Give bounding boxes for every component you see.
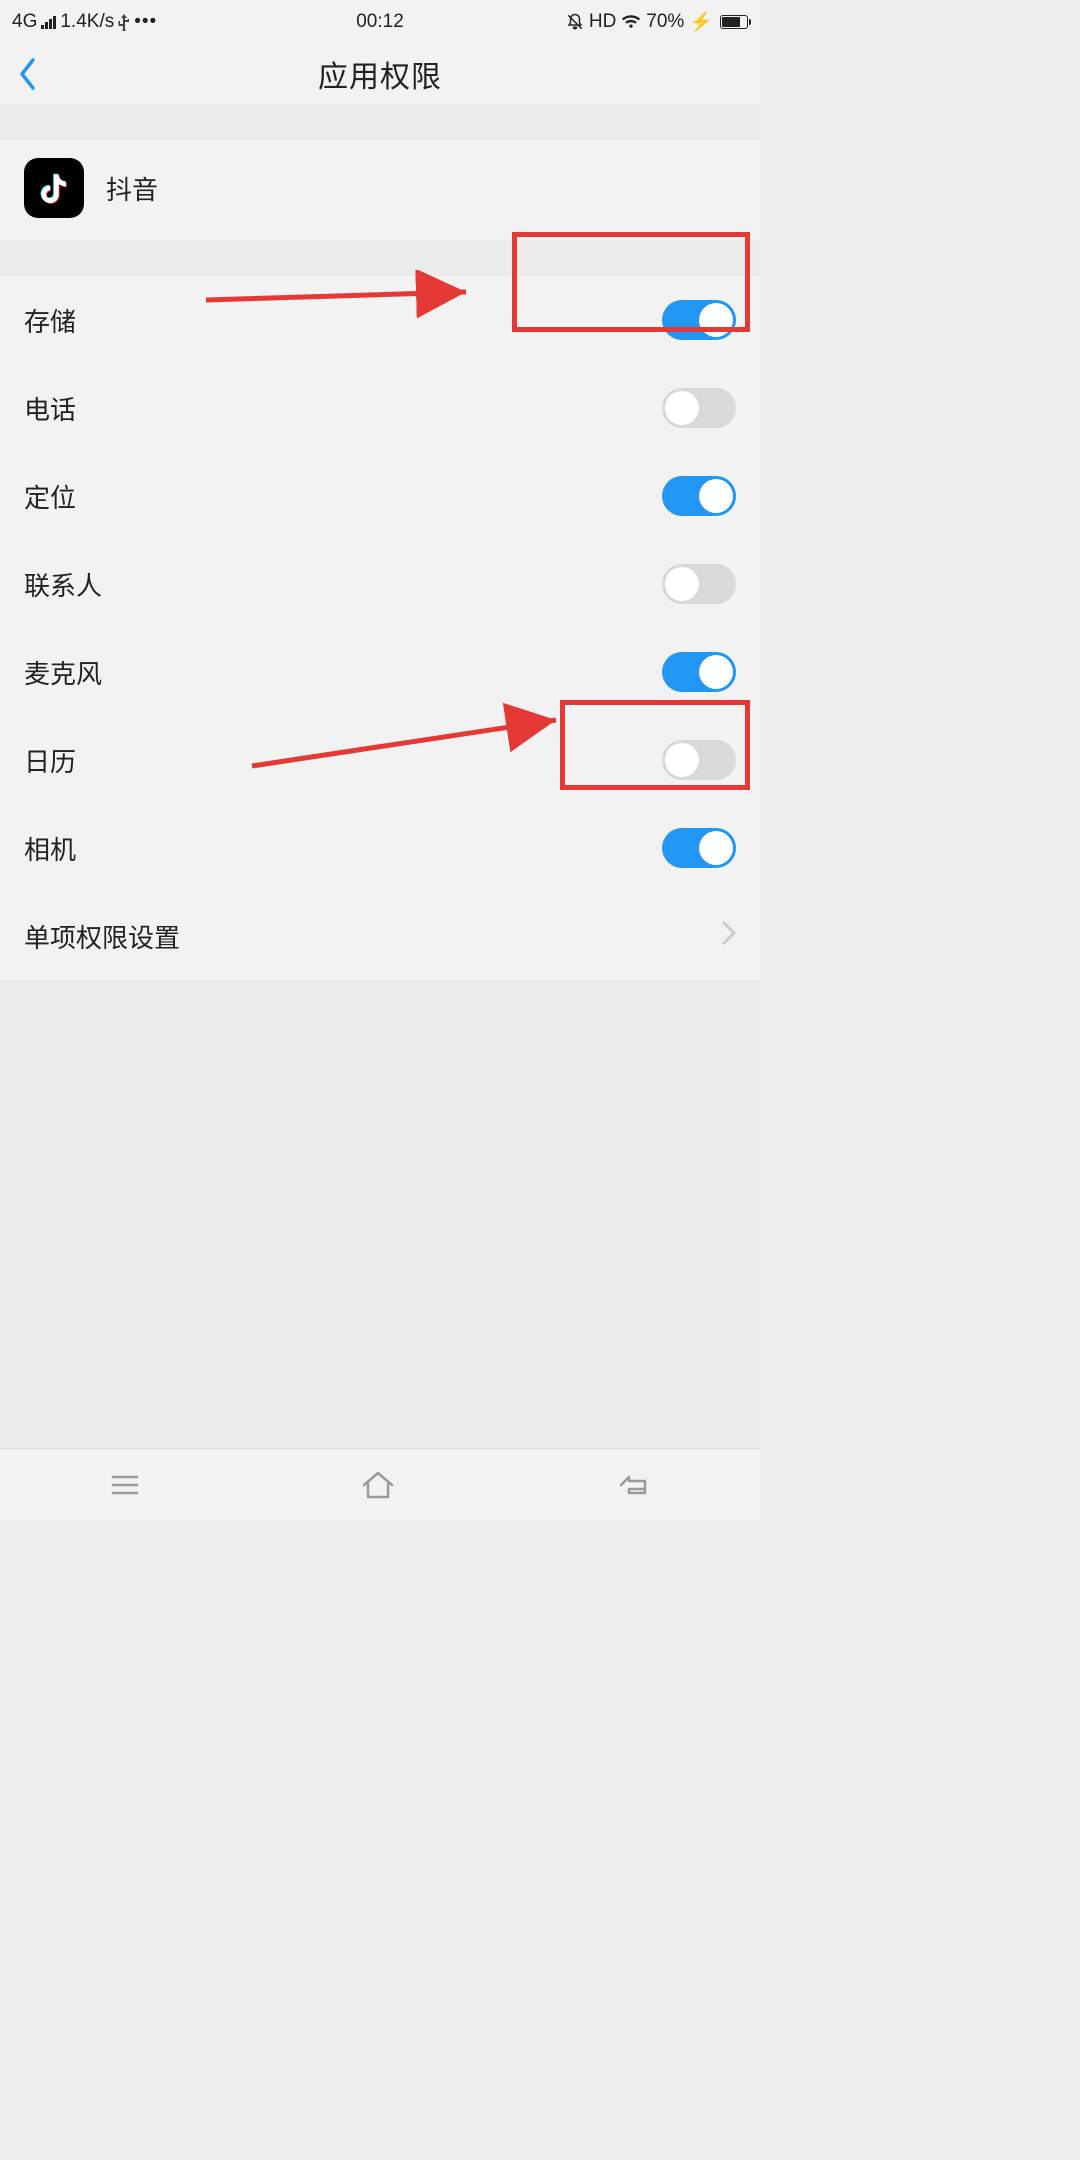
permission-row-camera[interactable]: 相机 (0, 804, 760, 892)
toggle-storage[interactable] (662, 300, 736, 340)
hd-icon: HD (589, 11, 616, 33)
chevron-right-icon (722, 920, 736, 952)
permission-label: 定位 (24, 478, 76, 515)
toggle-knob (699, 479, 733, 513)
permission-label: 存储 (24, 302, 76, 339)
permission-row-contacts[interactable]: 联系人 (0, 540, 760, 628)
permission-row-phone[interactable]: 电话 (0, 364, 760, 452)
header: 应用权限 (0, 44, 760, 104)
permission-row-calendar[interactable]: 日历 (0, 716, 760, 804)
toggle-knob (665, 567, 699, 601)
content: 抖音 存储 电话 定位 联系人 麦克风 日历 相机 (0, 104, 760, 1448)
permission-label: 日历 (24, 742, 76, 779)
toggle-knob (699, 655, 733, 689)
home-icon[interactable] (358, 1467, 398, 1503)
battery-icon (720, 15, 748, 29)
recent-apps-icon[interactable] (107, 1467, 143, 1503)
app-icon (24, 158, 84, 218)
signal-icon (41, 15, 56, 29)
status-bar: 4G 1.4K/s ••• 00:12 HD 70% ⚡ (0, 0, 760, 44)
network-speed: 1.4K/s (60, 11, 114, 33)
toggle-contacts[interactable] (662, 564, 736, 604)
back-icon[interactable] (18, 57, 38, 91)
battery-percent: 70% (646, 11, 684, 33)
section-gap (0, 240, 760, 276)
more-icon: ••• (134, 11, 157, 33)
permission-row-microphone[interactable]: 麦克风 (0, 628, 760, 716)
permission-label: 麦克风 (24, 654, 102, 691)
status-time: 00:12 (356, 11, 404, 33)
toggle-knob (665, 743, 699, 777)
toggle-camera[interactable] (662, 828, 736, 868)
nav-bar (0, 1448, 760, 1520)
charging-icon: ⚡ (689, 10, 713, 34)
toggle-knob (699, 303, 733, 337)
toggle-knob (699, 831, 733, 865)
toggle-phone[interactable] (662, 388, 736, 428)
toggle-knob (665, 391, 699, 425)
toggle-calendar[interactable] (662, 740, 736, 780)
app-name: 抖音 (106, 170, 158, 207)
permission-list: 存储 电话 定位 联系人 麦克风 日历 相机 单项权限设置 (0, 276, 760, 980)
app-header: 抖音 (0, 140, 760, 240)
wifi-icon (621, 14, 641, 30)
permission-row-detail[interactable]: 单项权限设置 (0, 892, 760, 980)
permission-label: 相机 (24, 830, 76, 867)
network-type: 4G (12, 11, 37, 33)
permission-row-location[interactable]: 定位 (0, 452, 760, 540)
detail-label: 单项权限设置 (24, 918, 180, 955)
permission-label: 电话 (24, 390, 76, 427)
douyin-icon (35, 169, 73, 207)
status-right: HD 70% ⚡ (566, 10, 748, 34)
bell-mute-icon (566, 13, 584, 31)
permission-row-storage[interactable]: 存储 (0, 276, 760, 364)
toggle-microphone[interactable] (662, 652, 736, 692)
section-gap (0, 104, 760, 140)
toggle-location[interactable] (662, 476, 736, 516)
page-title: 应用权限 (318, 52, 442, 96)
usb-icon (118, 13, 130, 31)
status-left: 4G 1.4K/s ••• (12, 11, 157, 33)
back-nav-icon[interactable] (613, 1467, 653, 1503)
permission-label: 联系人 (24, 566, 102, 603)
